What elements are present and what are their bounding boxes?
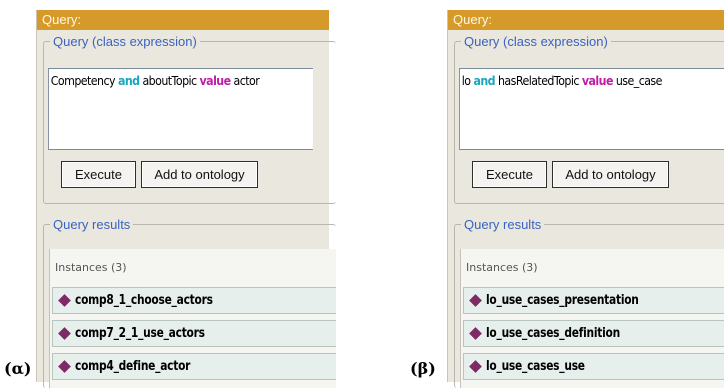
query-token: actor <box>230 74 260 88</box>
results-list: Instances (3) comp8_1_choose_actors comp… <box>49 249 336 388</box>
result-label: lo_use_cases_definition <box>486 326 620 341</box>
result-label: lo_use_cases_use <box>486 359 585 374</box>
result-label: comp7_2_1_use_actors <box>75 326 205 341</box>
query-section: Query (class expression) Competency and … <box>43 34 336 204</box>
result-label: lo_use_cases_presentation <box>486 293 639 308</box>
result-row[interactable]: comp8_1_choose_actors <box>52 287 336 314</box>
individual-diamond-icon <box>469 294 482 307</box>
query-section: Query (class expression) lo and hasRelat… <box>454 34 724 204</box>
add-to-ontology-button[interactable]: Add to ontology <box>552 161 669 188</box>
results-list: Instances (3) lo_use_cases_presentation … <box>460 249 724 388</box>
query-keyword-and: and <box>117 74 140 88</box>
query-token: aboutTopic <box>139 74 200 88</box>
query-token: Competency <box>50 74 118 88</box>
panel-header: Query: <box>37 10 329 30</box>
query-expression-input[interactable]: Competency and aboutTopic value actor <box>48 68 313 150</box>
query-keyword-value: value <box>199 74 232 88</box>
result-label: comp4_define_actor <box>75 359 191 374</box>
panel-header: Query: <box>448 10 724 30</box>
query-panel-beta: Query: Query (class expression) lo and h… <box>447 10 724 388</box>
query-token: hasRelatedTopic <box>495 74 582 88</box>
results-section: Query results Instances (3) comp8_1_choo… <box>43 217 336 388</box>
instances-count-label: Instances (3) <box>55 261 127 274</box>
query-expression-input[interactable]: lo and hasRelatedTopic value use_case <box>459 68 724 150</box>
results-section: Query results Instances (3) lo_use_cases… <box>454 217 724 388</box>
query-section-legend: Query (class expression) <box>464 34 608 49</box>
individual-diamond-icon <box>58 327 71 340</box>
query-keyword-and: and <box>473 74 496 88</box>
query-panel-alpha: Query: Query (class expression) Competen… <box>36 10 336 388</box>
figure-caption-alpha: (α) <box>4 359 32 378</box>
execute-button[interactable]: Execute <box>472 161 547 188</box>
result-row[interactable]: lo_use_cases_definition <box>463 320 724 347</box>
result-row[interactable]: comp7_2_1_use_actors <box>52 320 336 347</box>
results-section-legend: Query results <box>53 217 131 232</box>
figure-caption-beta: (β) <box>410 359 436 378</box>
individual-diamond-icon <box>58 360 71 373</box>
result-row[interactable]: comp4_define_actor <box>52 353 336 380</box>
result-label: comp8_1_choose_actors <box>75 293 213 308</box>
execute-button[interactable]: Execute <box>61 161 136 188</box>
add-to-ontology-button[interactable]: Add to ontology <box>141 161 258 188</box>
top-strip <box>0 0 724 10</box>
instances-count-label: Instances (3) <box>466 261 538 274</box>
query-section-legend: Query (class expression) <box>53 34 197 49</box>
individual-diamond-icon <box>58 294 71 307</box>
result-row[interactable]: lo_use_cases_use <box>463 353 724 380</box>
result-row[interactable]: lo_use_cases_presentation <box>463 287 724 314</box>
query-keyword-value: value <box>581 74 614 88</box>
individual-diamond-icon <box>469 360 482 373</box>
query-token: use_case <box>612 74 663 88</box>
individual-diamond-icon <box>469 327 482 340</box>
results-section-legend: Query results <box>464 217 542 232</box>
query-token: lo <box>461 74 474 88</box>
